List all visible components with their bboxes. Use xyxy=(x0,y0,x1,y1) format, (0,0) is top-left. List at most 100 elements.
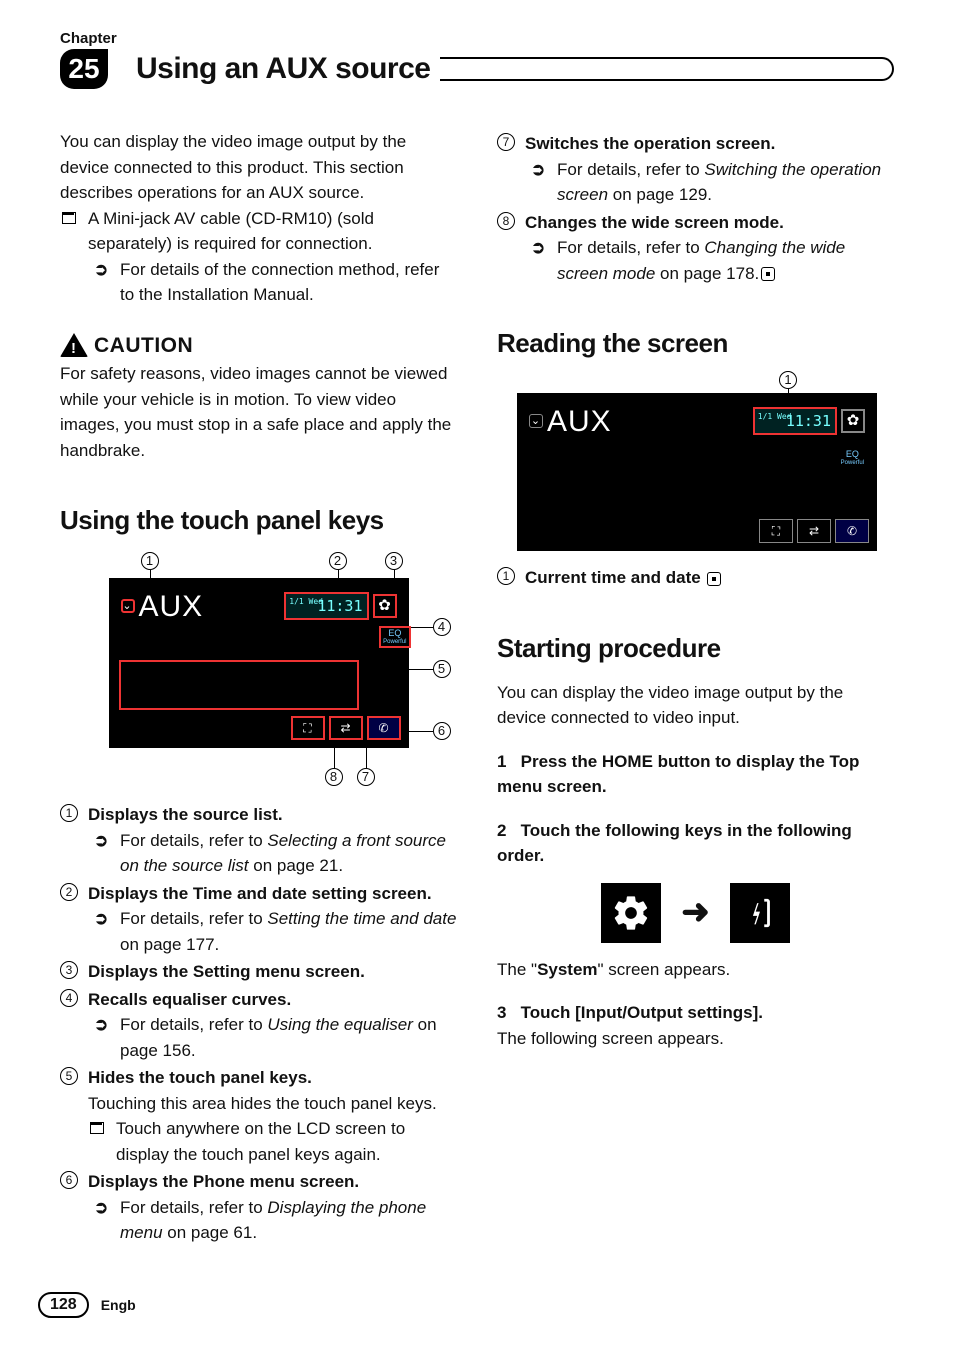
touch-panel-items: 1 Displays the source list. For details,… xyxy=(60,802,457,1246)
item-title: Displays the source list. xyxy=(88,805,283,824)
reading-items: 1 Current time and date xyxy=(497,565,894,591)
item-title: Displays the Setting menu screen. xyxy=(88,962,365,981)
detail-suffix: on page 21. xyxy=(249,856,344,875)
detail-suffix: on page 178. xyxy=(655,264,759,283)
item-5: 5 Hides the touch panel keys. Touching t… xyxy=(60,1065,457,1167)
item-num: 1 xyxy=(497,567,515,585)
icon-sequence: ➜ xyxy=(497,883,894,943)
item-detail: For details, refer to Changing the wide … xyxy=(553,235,894,286)
aux-source-label[interactable]: ⌄ AUX xyxy=(121,584,204,629)
step-after: The following screen appears. xyxy=(497,1026,894,1052)
detail-prefix: For details, refer to xyxy=(120,1198,267,1217)
section-end-icon xyxy=(761,267,775,281)
clock-dow: 1/1 Wed xyxy=(289,596,323,608)
chapter-number-badge: 25 xyxy=(60,49,108,89)
eq-button[interactable]: EQ Powerful xyxy=(379,626,410,648)
item-square-detail: Touch anywhere on the LCD screen to disp… xyxy=(108,1116,457,1167)
eq-label: EQ xyxy=(383,629,406,639)
page-title: Using an AUX source xyxy=(136,52,430,86)
eq-label: EQ xyxy=(841,450,864,460)
item-num: 7 xyxy=(497,133,515,151)
gear-icon[interactable]: ✿ xyxy=(373,594,397,618)
callout-2: 2 xyxy=(329,552,347,570)
chevron-down-icon[interactable]: ⌄ xyxy=(529,414,543,428)
gear-icon[interactable]: ✿ xyxy=(841,409,865,433)
item-num: 4 xyxy=(60,989,78,1007)
item-8: 8 Changes the wide screen mode. For deta… xyxy=(497,210,894,287)
cable-note-list: A Mini-jack AV cable (CD-RM10) (sold sep… xyxy=(60,206,457,308)
clock-display[interactable]: 1/1 Wed 11:31 xyxy=(284,592,368,621)
sys-bold: System xyxy=(537,960,597,979)
switch-screen-button[interactable]: ⇄ xyxy=(329,716,363,740)
section-reading-screen: Reading the screen xyxy=(497,324,894,363)
chevron-down-icon[interactable]: ⌄ xyxy=(121,599,135,613)
detail-suffix: on page 129. xyxy=(608,185,712,204)
switch-screen-button-2[interactable]: ⇄ xyxy=(797,519,831,543)
callout-1: 1 xyxy=(141,552,159,570)
item-num: 3 xyxy=(60,961,78,979)
callout-5: 5 xyxy=(433,660,451,678)
step-num: 1 xyxy=(497,752,506,771)
aux-text: AUX xyxy=(139,584,204,629)
figure-touch-panel: 1 2 3 4 5 6 7 8 ⌄ AUX xyxy=(89,552,429,792)
touch-panel-items-cont: 7 Switches the operation screen. For det… xyxy=(497,131,894,286)
eq-button-2[interactable]: EQ Powerful xyxy=(838,447,867,469)
page-number: 128 xyxy=(38,1292,89,1318)
tools-icon[interactable] xyxy=(730,883,790,943)
phone-button-2[interactable]: ✆ xyxy=(835,519,869,543)
item-detail: For details, refer to Setting the time a… xyxy=(116,906,457,957)
hide-touch-zone[interactable] xyxy=(119,660,359,710)
item-3: 3 Displays the Setting menu screen. xyxy=(60,959,457,985)
item-num: 6 xyxy=(60,1171,78,1189)
detail-prefix: For details, refer to xyxy=(120,1015,267,1034)
wide-mode-button-2[interactable]: ⛶ xyxy=(759,519,793,543)
eq-sublabel: Powerful xyxy=(383,639,406,646)
item-detail: For details, refer to Using the equalise… xyxy=(116,1012,457,1063)
device-screen: ⌄ AUX 1/1 Wed 11:31 ✿ EQ Powerful xyxy=(109,578,409,748)
caution-text: For safety reasons, video images cannot … xyxy=(60,361,457,463)
cable-detail: For details of the connection method, re… xyxy=(116,257,457,308)
item-plain: Touching this area hides the touch panel… xyxy=(88,1091,457,1117)
item-title: Hides the touch panel keys. xyxy=(88,1068,312,1087)
section-end-icon xyxy=(707,572,721,586)
warning-icon xyxy=(60,333,88,357)
wide-mode-button[interactable]: ⛶ xyxy=(291,716,325,740)
reading-item-1: 1 Current time and date xyxy=(497,565,894,591)
sys-suffix: " screen appears. xyxy=(598,960,731,979)
settings-gear-icon[interactable] xyxy=(601,883,661,943)
detail-ref: Using the equaliser xyxy=(267,1015,413,1034)
step-num: 2 xyxy=(497,821,506,840)
clock-display-2[interactable]: 1/1 Wed 11:31 xyxy=(753,407,837,436)
detail-suffix: on page 177. xyxy=(120,935,219,954)
page-footer: 128 Engb xyxy=(38,1292,136,1318)
step-1: 1 Press the HOME button to display the T… xyxy=(497,749,894,800)
aux-text: AUX xyxy=(547,399,612,444)
callout-4: 4 xyxy=(433,618,451,636)
step-num: 3 xyxy=(497,1003,506,1022)
eq-sublabel: Powerful xyxy=(841,460,864,467)
callout-6: 6 xyxy=(433,722,451,740)
item-title: Switches the operation screen. xyxy=(525,134,775,153)
clock-dow: 1/1 Wed xyxy=(758,411,792,423)
language-label: Engb xyxy=(101,1297,136,1313)
cable-note: A Mini-jack AV cable (CD-RM10) (sold sep… xyxy=(80,206,457,308)
starting-intro: You can display the video image output b… xyxy=(497,680,894,731)
item-detail: For details, refer to Displaying the pho… xyxy=(116,1195,457,1246)
aux-source-label-2[interactable]: ⌄ AUX xyxy=(529,399,612,444)
device-screen-2: ⌄ AUX 1/1 Wed 11:31 ✿ EQ Powerful xyxy=(517,393,877,551)
item-title: Displays the Phone menu screen. xyxy=(88,1172,359,1191)
page-header: 25 Using an AUX source xyxy=(60,49,894,89)
item-title: Changes the wide screen mode. xyxy=(525,213,784,232)
callout-8: 8 xyxy=(325,768,343,786)
header-rule xyxy=(440,57,894,81)
right-column: 7 Switches the operation screen. For det… xyxy=(497,129,894,1248)
item-title: Displays the Time and date setting scree… xyxy=(88,884,432,903)
item-7: 7 Switches the operation screen. For det… xyxy=(497,131,894,208)
item-1: 1 Displays the source list. For details,… xyxy=(60,802,457,879)
item-num: 1 xyxy=(60,804,78,822)
callout-7: 7 xyxy=(357,768,375,786)
item-title: Current time and date xyxy=(525,568,701,587)
phone-button[interactable]: ✆ xyxy=(367,716,401,740)
intro-text: You can display the video image output b… xyxy=(60,129,457,206)
step-text: Press the HOME button to display the Top… xyxy=(497,752,859,797)
